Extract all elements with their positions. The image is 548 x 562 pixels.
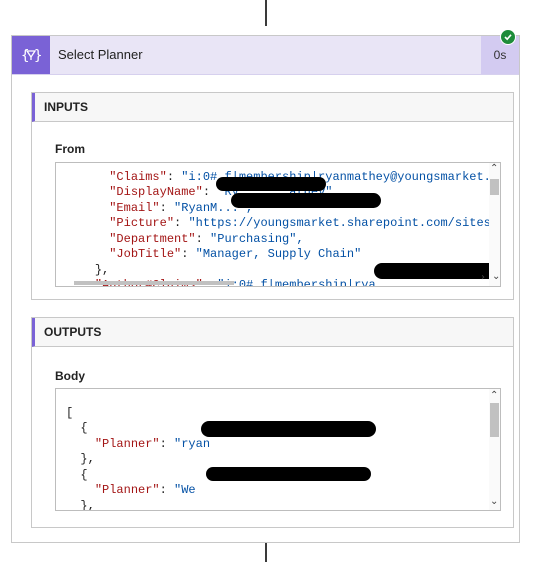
scroll-down-icon[interactable]: ⌄ — [492, 272, 500, 282]
from-label: From — [55, 142, 85, 156]
flow-connector-bottom — [265, 543, 267, 562]
outputs-heading[interactable]: OUTPUTS — [32, 318, 513, 347]
inputs-section: INPUTS From "Claims": "i:0#.f|membership… — [31, 92, 514, 300]
success-check-icon — [500, 29, 516, 45]
redaction — [201, 421, 376, 437]
redaction — [231, 193, 381, 208]
scroll-up-icon[interactable]: ⌃ — [490, 391, 498, 401]
body-label: Body — [55, 369, 85, 383]
code-line: "Email": "RyanM...", — [109, 200, 254, 215]
code-line: "Planner": "ryan — [94, 436, 211, 451]
code-line: "JobTitle": "Manager, Supply Chain" — [109, 247, 362, 261]
scrollbar-thumb[interactable] — [490, 179, 499, 195]
action-header[interactable]: { } Select Planner 0s — [12, 36, 519, 75]
code-line: "Picture": "https://youngsmarket.sharepo… — [109, 216, 501, 230]
scroll-up-icon[interactable]: ⌃ — [490, 164, 498, 174]
code-line: "Planner": "We — [94, 483, 196, 497]
outputs-code-box[interactable]: [ { "Planner": "ryan }, { "Planner": "We… — [55, 388, 501, 511]
outputs-code: [ { "Planner": "ryan }, { "Planner": "We… — [66, 390, 210, 511]
data-operations-icon: { } — [12, 36, 50, 74]
horizontal-scrollbar-thumb[interactable] — [74, 281, 234, 285]
vertical-scrollbar[interactable]: ⌃ ⌄ — [489, 389, 500, 510]
outputs-section: OUTPUTS Body [ { "Planner": "ryan }, { "… — [31, 317, 514, 528]
code-line: "Department": "Purchasing", — [109, 231, 304, 246]
flow-connector-top — [265, 0, 267, 26]
inputs-code-box[interactable]: "Claims": "i:0#.f|membership|ryanmathey@… — [55, 162, 501, 287]
scroll-down-icon[interactable]: ⌄ — [490, 497, 498, 507]
action-card: { } Select Planner 0s INPUTS From "Claim… — [11, 35, 520, 543]
code-line: }, — [94, 262, 110, 277]
redaction — [206, 467, 371, 481]
action-title: Select Planner — [58, 47, 143, 62]
redaction — [216, 177, 326, 191]
scroll-right-icon[interactable]: › — [481, 273, 485, 283]
code-line: { — [80, 467, 88, 482]
code-line: [ — [66, 405, 74, 420]
vertical-scrollbar[interactable]: ⌃ — [489, 163, 500, 286]
inputs-heading[interactable]: INPUTS — [32, 93, 513, 122]
code-line: }, — [80, 452, 95, 466]
code-line: }, — [80, 498, 95, 511]
code-line: { — [80, 421, 88, 435]
scrollbar-thumb[interactable] — [490, 403, 499, 437]
